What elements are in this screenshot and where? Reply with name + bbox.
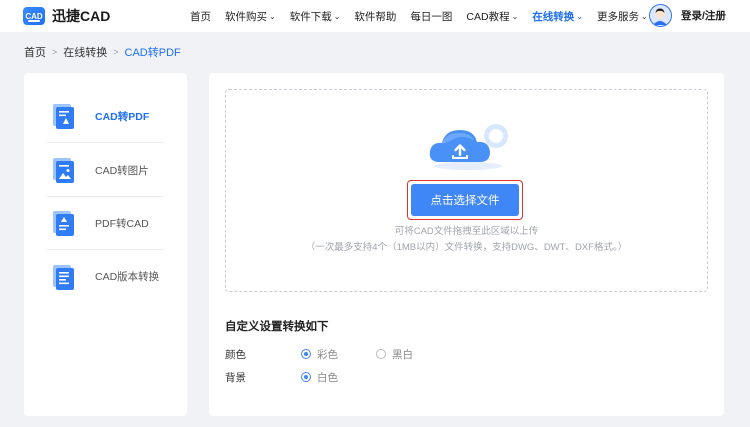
chevron-down-icon: ⌄ [269,11,276,21]
logo-mark: CAD [23,7,45,25]
site-logo[interactable]: CAD 迅捷CAD [23,6,110,26]
file-dropzone[interactable]: 点击选择文件 可将CAD文件拖拽至此区域以上传 （一次最多支持4个（1MB以内）… [225,89,708,292]
nav-purchase[interactable]: 软件购买 ⌄ [225,0,276,32]
top-header: CAD 迅捷CAD 首页 软件购买 ⌄ 软件下载 ⌄ 软件帮助 每日一图 CAD教程… [0,0,750,32]
login-register-link[interactable]: 登录/注册 [681,0,726,32]
nav-tutorial-label: CAD教程 [466,10,510,23]
chevron-right-icon: > [113,47,119,57]
main-nav: 首页 软件购买 ⌄ 软件下载 ⌄ 软件帮助 每日一图 CAD教程 ⌄ 在线转换 ⌄ 更多… [190,0,662,32]
color-label: 颜色 [225,348,246,361]
breadcrumb-home[interactable]: 首页 [24,44,46,60]
chevron-down-icon: ⌄ [333,11,341,21]
sidebar-item-cad-to-image[interactable]: CAD转图片 [47,144,164,197]
nav-download-label: 软件下载 [289,10,332,23]
nav-more-services[interactable]: 更多服务 ⌄ [597,0,648,32]
cad-version-icon [53,264,74,290]
nav-home[interactable]: 首页 [190,0,211,32]
cad-to-pdf-icon [53,104,74,129]
nav-daily-label: 每日一图 [410,10,453,23]
breadcrumb-online-convert[interactable]: 在线转换 [63,44,107,60]
radio-checked[interactable] [301,349,311,359]
breadcrumb-current: CAD转PDF [124,47,181,59]
user-avatar-icon [650,5,670,25]
sidebar-item-label: PDF转CAD [95,217,149,230]
settings-title: 自定义设置转换如下 [225,321,329,333]
chevron-right-icon: > [52,47,58,57]
color-option-label: 黑白 [392,348,413,361]
sidebar: CAD转PDF CAD转图片 PDF转CAD CAD版本转换 [24,73,187,416]
nav-download[interactable]: 软件下载 ⌄ [290,0,341,32]
sidebar-item-cad-to-pdf[interactable]: CAD转PDF [47,90,164,143]
choose-file-button[interactable]: 点击选择文件 [411,184,519,216]
nav-home-label: 首页 [190,10,211,23]
sidebar-item-label: CAD版本转换 [95,271,160,283]
pdf-to-cad-icon [53,211,74,236]
nav-purchase-label: 软件购买 [225,10,267,23]
cloud-upload-icon [429,124,508,170]
radio-unchecked[interactable] [376,349,386,359]
drag-hint: 可将CAD文件拖拽至此区域以上传 [394,226,539,237]
chevron-down-icon: ⌄ [640,11,648,21]
color-option-color[interactable]: 彩色 [301,347,338,362]
chevron-down-icon: ⌄ [511,11,519,21]
color-setting-row: 颜色 彩色 黑白 [225,346,451,362]
avatar[interactable] [649,4,672,27]
cad-to-image-icon [53,158,74,183]
format-hint: （一次最多支持4个（1MB以内）文件转换，支持DWG、DWT、DXF格式。） [305,242,628,253]
nav-online-convert-label: 在线转换 [532,10,575,23]
sidebar-item-cad-version[interactable]: CAD版本转换 [47,250,164,303]
chevron-down-icon: ⌄ [576,11,583,21]
background-label: 背景 [225,371,246,384]
nav-online-convert[interactable]: 在线转换 ⌄ [532,0,583,32]
sidebar-item-label: CAD转PDF [95,110,150,123]
background-option-label: 白色 [317,371,338,384]
background-option-white[interactable]: 白色 [301,370,338,385]
nav-daily[interactable]: 每日一图 [410,0,452,32]
breadcrumb: 首页 > 在线转换 > CAD转PDF [24,44,181,60]
nav-help-label: 软件帮助 [354,10,397,23]
radio-checked[interactable] [301,372,311,382]
sidebar-item-label: CAD转图片 [95,164,149,177]
background-setting-row: 背景 白色 [225,369,376,385]
sidebar-item-pdf-to-cad[interactable]: PDF转CAD [47,197,164,250]
upload-highlight: 点击选择文件 [407,180,523,220]
nav-more-services-label: 更多服务 [596,10,639,23]
logo-text: 迅捷CAD [52,8,111,24]
color-option-label: 彩色 [317,348,338,361]
nav-help[interactable]: 软件帮助 [354,0,396,32]
nav-tutorial[interactable]: CAD教程 ⌄ [466,0,518,32]
color-option-bw[interactable]: 黑白 [376,347,413,362]
convert-panel: 点击选择文件 可将CAD文件拖拽至此区域以上传 （一次最多支持4个（1MB以内）… [209,73,724,416]
